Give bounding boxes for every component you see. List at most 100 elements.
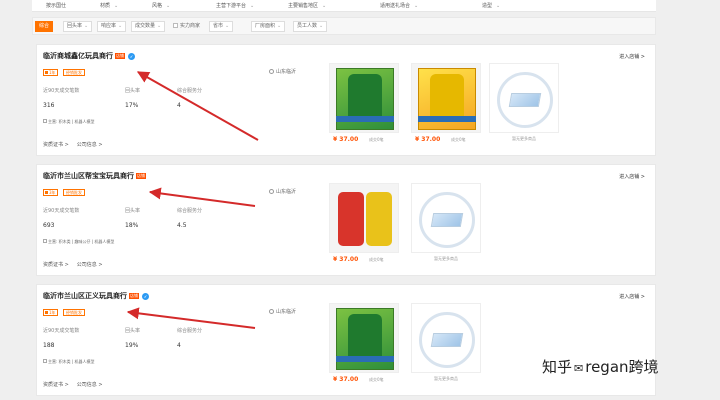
stat-transactions: 188 xyxy=(43,342,55,349)
stat-label-transactions: 近90天成交笔数 xyxy=(43,88,80,94)
product-image[interactable] xyxy=(329,63,399,133)
company-links: 资质证书 > 公司信息 > xyxy=(43,261,111,268)
stat-repeat-rate: 19% xyxy=(125,342,139,349)
stat-label-transactions: 近90天成交笔数 xyxy=(43,208,80,214)
product-card[interactable]: ¥ 37.00 成交0笔 xyxy=(411,63,481,149)
stat-label-repeat-rate: 回头率 xyxy=(125,88,141,94)
no-more-products: 暂无更多商品 xyxy=(434,256,458,261)
chevron-down-icon: ⌄ xyxy=(277,23,282,29)
company-name[interactable]: 临沂商城鑫亿玩具商行 店铺 ✓ xyxy=(43,51,135,61)
company-card: 临沂市兰山区帮宝宝玩具商行 店铺 3年 经销批发 山东临沂 进入店铺 > 近90天… xyxy=(36,164,656,276)
company-name[interactable]: 临沂市兰山区帮宝宝玩具商行 店铺 xyxy=(43,171,146,181)
chevron-down-icon: ⌄ xyxy=(157,23,162,29)
verified-icon: ✓ xyxy=(142,293,149,300)
checkbox-icon xyxy=(173,23,178,28)
product-placeholder: 暂无更多商品 xyxy=(489,63,559,149)
certificate-link[interactable]: 资质证书 > xyxy=(43,262,69,268)
medal-icon xyxy=(45,71,48,74)
sort-button-transactions[interactable]: 成交数量 ⌄ xyxy=(131,21,166,32)
sort-button-default[interactable]: 综合 xyxy=(35,21,54,32)
product-card[interactable]: ¥ 37.00 成交0笔 xyxy=(329,63,399,149)
shop-tag: 店铺 xyxy=(129,293,139,299)
chevron-down-icon: ⌄ xyxy=(118,23,123,29)
attr-item[interactable]: 材质 ⌄ xyxy=(100,2,118,9)
product-price: ¥ 37.00 xyxy=(415,136,441,143)
chevron-down-icon: ⌄ xyxy=(84,23,89,29)
placeholder-image xyxy=(489,63,559,133)
no-more-products: 暂无更多商品 xyxy=(434,376,458,381)
location: 山东临沂 xyxy=(269,188,296,195)
shop-tag: 店铺 xyxy=(115,53,125,59)
select-employees[interactable]: 员工人数 ⌄ xyxy=(293,21,328,32)
product-sold: 成交0笔 xyxy=(369,137,384,142)
select-province[interactable]: 省市 ⌄ xyxy=(209,21,234,32)
sort-button-repeat-rate[interactable]: 回头率 ⌄ xyxy=(63,21,93,32)
sort-filter-bar: 综合 回头率 ⌄ 响应率 ⌄ 成交数量 ⌄ 实力商家 省市 ⌄ 厂房面积 ⌄ 员工人数 ⌄ xyxy=(32,17,656,35)
certificate-link[interactable]: 资质证书 > xyxy=(43,142,69,148)
category-icon xyxy=(43,239,47,243)
attr-item[interactable]: 造型 ⌄ xyxy=(482,2,500,9)
chevron-down-icon: ⌄ xyxy=(250,3,255,9)
company-card: 临沂商城鑫亿玩具商行 店铺 ✓ 1年 经销批发 山东临沂 进入店铺 > 近90天成交… xyxy=(36,44,656,156)
chevron-down-icon: ⌄ xyxy=(319,23,324,29)
verified-merchant-checkbox[interactable]: 实力商家 xyxy=(173,21,200,32)
attr-item[interactable]: 风格 ⌄ xyxy=(152,2,170,9)
attr-item[interactable]: 适用送礼场合 ⌄ xyxy=(380,2,418,9)
product-placeholder: 暂无更多商品 xyxy=(411,183,481,269)
location-pin-icon xyxy=(269,69,274,74)
attr-item[interactable]: 主营下游平台 ⌄ xyxy=(216,2,254,9)
chevron-down-icon: ⌄ xyxy=(225,23,230,29)
shop-tag: 店铺 xyxy=(136,173,146,179)
enter-shop-link[interactable]: 进入店铺 > xyxy=(619,173,645,180)
location: 山东临沂 xyxy=(269,68,296,75)
chevron-down-icon: ⌄ xyxy=(414,3,419,9)
attr-item[interactable]: 主要销售地区 ⌄ xyxy=(288,2,326,9)
company-info-link[interactable]: 公司信息 > xyxy=(77,382,103,388)
product-sold: 成交0笔 xyxy=(369,377,384,382)
merchant-type-badge: 经销批发 xyxy=(63,189,85,196)
no-more-products: 暂无更多商品 xyxy=(512,136,536,141)
stat-label-transactions: 近90天成交笔数 xyxy=(43,328,80,334)
stat-repeat-rate: 18% xyxy=(125,222,139,229)
attr-item[interactable]: 按示国仕 xyxy=(46,2,66,9)
product-image[interactable] xyxy=(411,63,481,133)
stat-label-repeat-rate: 回头率 xyxy=(125,328,141,334)
sort-button-response-rate[interactable]: 响应率 ⌄ xyxy=(97,21,127,32)
product-sold: 成交0笔 xyxy=(451,137,466,142)
stat-label-rating: 综合服务分 xyxy=(177,88,203,94)
product-image[interactable] xyxy=(329,183,399,253)
placeholder-image xyxy=(411,183,481,253)
product-image[interactable] xyxy=(329,303,399,373)
enter-shop-link[interactable]: 进入店铺 > xyxy=(619,293,645,300)
main-categories: 主营: 积木类 | 趣味公仔 | 机器人模型 xyxy=(43,239,114,245)
company-info-link[interactable]: 公司信息 > xyxy=(77,142,103,148)
years-badge: 3年 xyxy=(43,189,58,196)
location-pin-icon xyxy=(269,189,274,194)
certificate-link[interactable]: 资质证书 > xyxy=(43,382,69,388)
verified-icon: ✓ xyxy=(128,53,135,60)
chevron-down-icon: ⌄ xyxy=(166,3,171,9)
company-links: 资质证书 > 公司信息 > xyxy=(43,141,111,148)
stat-label-rating: 综合服务分 xyxy=(177,208,203,214)
product-card[interactable]: ¥ 37.00 成交0笔 xyxy=(329,303,399,389)
chevron-down-icon: ⌄ xyxy=(496,3,501,9)
company-info-link[interactable]: 公司信息 > xyxy=(77,262,103,268)
company-name[interactable]: 临沂市兰山区正义玩具商行 店铺 ✓ xyxy=(43,291,149,301)
enter-shop-link[interactable]: 进入店铺 > xyxy=(619,53,645,60)
merchant-type-badge: 经销批发 xyxy=(63,309,85,316)
stat-rating: 4 xyxy=(177,102,181,109)
placeholder-image xyxy=(411,303,481,373)
location: 山东临沂 xyxy=(269,308,296,315)
product-card[interactable]: ¥ 37.00 成交0笔 xyxy=(329,183,399,269)
product-price: ¥ 37.00 xyxy=(333,256,359,263)
product-price: ¥ 37.00 xyxy=(333,376,359,383)
stat-rating: 4 xyxy=(177,342,181,349)
medal-icon xyxy=(45,311,48,314)
main-categories: 主营: 积木类 | 机器人模型 xyxy=(43,119,95,125)
product-sold: 成交0笔 xyxy=(369,257,384,262)
select-factory-area[interactable]: 厂房面积 ⌄ xyxy=(251,21,286,32)
company-links: 资质证书 > 公司信息 > xyxy=(43,381,111,388)
stat-label-rating: 综合服务分 xyxy=(177,328,203,334)
stat-transactions: 316 xyxy=(43,102,55,109)
years-badge: 1年 xyxy=(43,309,58,316)
